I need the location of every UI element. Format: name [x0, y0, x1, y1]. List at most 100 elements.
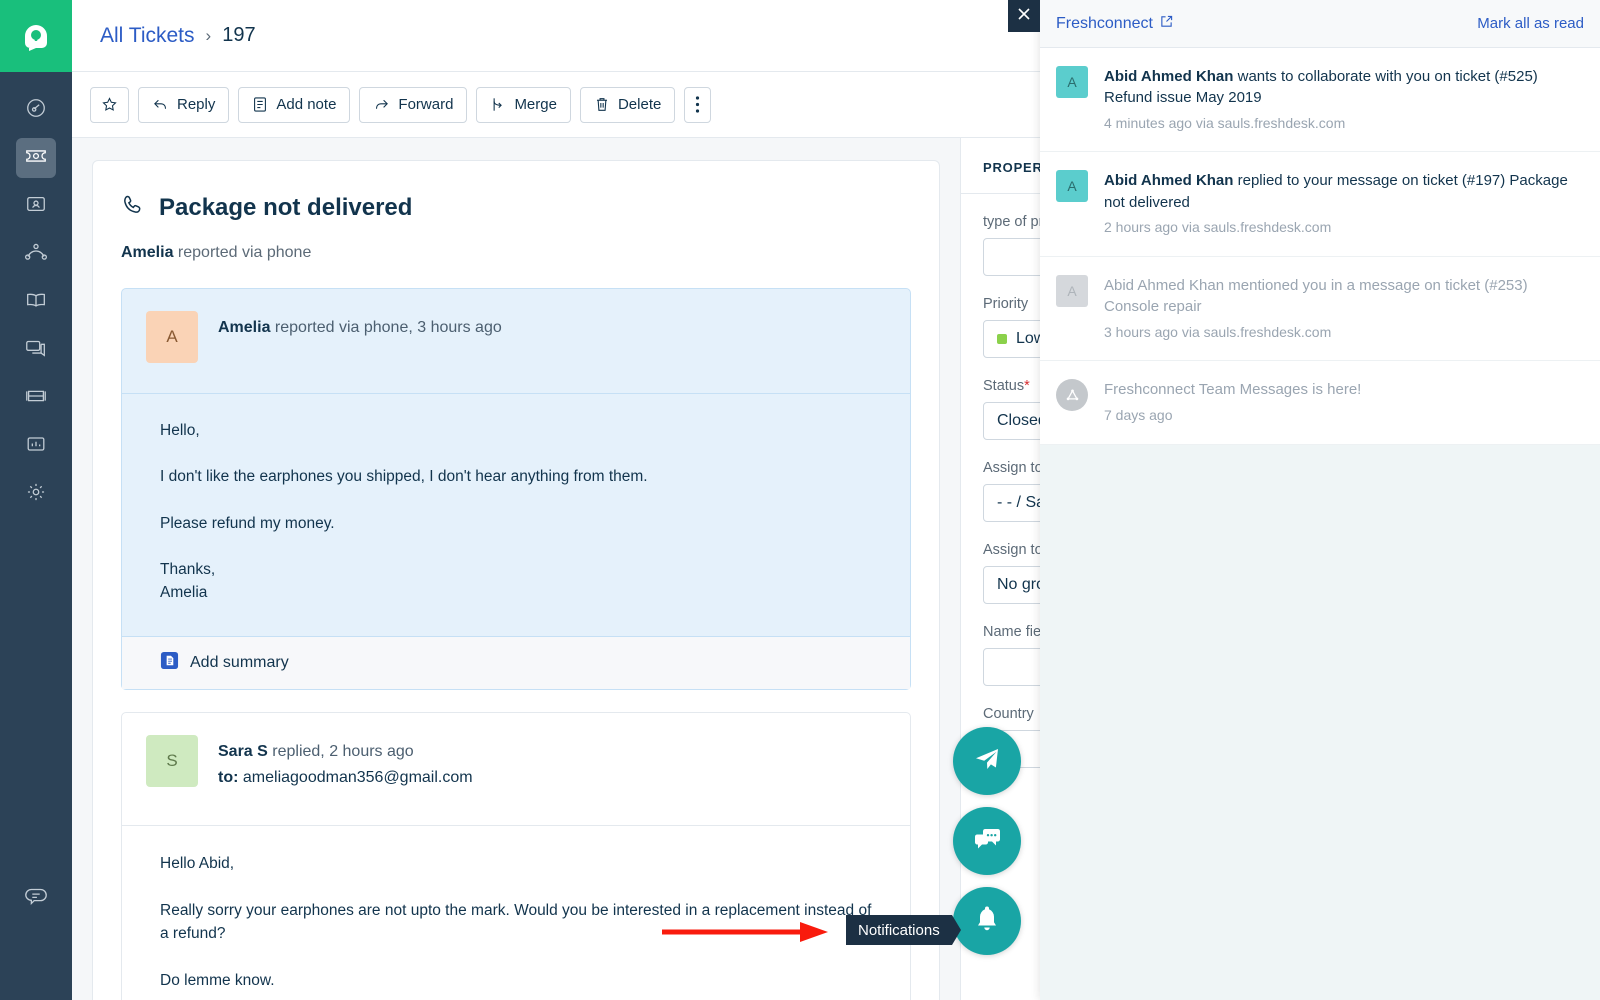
- message-signoff: Thanks, Amelia: [160, 559, 872, 604]
- sidebar-item-social[interactable]: [16, 234, 56, 274]
- app-root: All Tickets › 197 Reply Add note Forward…: [0, 0, 1600, 1000]
- notification-panel-header: Freshconnect Mark all as read: [1040, 0, 1600, 48]
- avatar: S: [146, 735, 198, 788]
- chat-bubbles-icon: [24, 337, 48, 364]
- sidebar-item-tickets[interactable]: [16, 138, 56, 178]
- notification-text: Abid Ahmed Khan mentioned you in a messa…: [1104, 275, 1582, 342]
- notification-list: A Abid Ahmed Khan wants to collaborate w…: [1040, 48, 1600, 445]
- merge-label: Merge: [514, 96, 557, 113]
- freshconnect-link[interactable]: Freshconnect: [1056, 15, 1173, 33]
- document-icon: [160, 651, 179, 675]
- sidebar-item-reports[interactable]: [16, 426, 56, 466]
- app-logo[interactable]: [0, 0, 72, 72]
- notification-item[interactable]: Freshconnect Team Messages is here! 7 da…: [1040, 361, 1600, 445]
- sidebar-item-solutions[interactable]: [16, 282, 56, 322]
- sidebar-item-forums[interactable]: [16, 330, 56, 370]
- delete-label: Delete: [617, 96, 662, 113]
- breadcrumb-all-tickets[interactable]: All Tickets: [100, 24, 195, 48]
- send-fab[interactable]: [953, 727, 1021, 795]
- reply-meta: Sara S replied, 2 hours ago to: ameliago…: [218, 735, 473, 790]
- conversation-original: A Amelia reported via phone, 3 hours ago…: [121, 288, 911, 691]
- conversation-meta: Amelia reported via phone, 3 hours ago: [218, 311, 502, 363]
- external-link-icon: [1160, 15, 1173, 33]
- floating-action-buttons: [953, 727, 1021, 967]
- contact-card-icon: [25, 193, 47, 220]
- mark-all-as-read-button[interactable]: Mark all as read: [1477, 15, 1584, 32]
- book-icon: [24, 289, 48, 316]
- workflow-icon: [24, 385, 48, 412]
- notifications-tooltip: Notifications: [846, 915, 961, 945]
- notification-item[interactable]: A Abid Ahmed Khan mentioned you in a mes…: [1040, 256, 1600, 362]
- reply-author: Sara S: [218, 743, 268, 761]
- sidebar-item-automations[interactable]: [16, 378, 56, 418]
- signoff-line: Thanks,: [160, 561, 216, 579]
- freshconnect-avatar: [1056, 379, 1088, 412]
- annotation-arrow: [662, 922, 828, 942]
- notification-item[interactable]: A Abid Ahmed Khan replied to your messag…: [1040, 152, 1600, 257]
- notifications-fab[interactable]: [953, 887, 1021, 955]
- page-title: Package not delivered: [159, 193, 413, 221]
- sidebar-item-admin[interactable]: [16, 474, 56, 514]
- merge-icon: [490, 96, 506, 113]
- sidebar-item-messages[interactable]: [16, 878, 56, 918]
- notification-actor: Abid Ahmed Khan: [1104, 172, 1234, 190]
- message-line: I don't like the earphones you shipped, …: [160, 468, 648, 486]
- reply-icon: [152, 96, 169, 113]
- delete-button[interactable]: Delete: [579, 86, 676, 123]
- reply-label: Reply: [177, 96, 216, 113]
- close-panel-button[interactable]: [1008, 0, 1040, 32]
- reply-header: S Sara S replied, 2 hours ago to: amelia…: [122, 713, 910, 826]
- reply-button[interactable]: Reply: [138, 86, 230, 123]
- sidebar-item-dashboard[interactable]: [16, 90, 56, 130]
- notification-actor: Freshconnect Team Messages is here!: [1104, 381, 1362, 399]
- breadcrumb-ticket-id: 197: [222, 24, 256, 46]
- ticket-icon: [24, 144, 48, 173]
- note-icon: [252, 96, 268, 113]
- forward-button[interactable]: Forward: [359, 86, 468, 123]
- notification-text: Freshconnect Team Messages is here! 7 da…: [1104, 379, 1361, 425]
- breadcrumb-separator: ›: [205, 25, 212, 45]
- field-label-text: Status: [983, 378, 1025, 394]
- chat-fab[interactable]: [953, 807, 1021, 875]
- reply-line: Hello Abid,: [160, 854, 235, 872]
- close-icon: [1017, 7, 1031, 26]
- add-summary-label: Add summary: [190, 654, 289, 672]
- add-note-label: Add note: [276, 96, 337, 113]
- star-button[interactable]: [90, 86, 129, 123]
- notification-time: 3 hours ago via sauls.freshdesk.com: [1104, 323, 1332, 340]
- reply-to-value: ameliagoodman356@gmail.com: [242, 768, 473, 786]
- conversation-body: Hello, I don't like the earphones you sh…: [122, 394, 910, 636]
- conversation-reply: S Sara S replied, 2 hours ago to: amelia…: [121, 712, 911, 1000]
- message-line: Please refund my money.: [160, 514, 335, 532]
- speedometer-icon: [25, 97, 47, 124]
- ticket-reporter-line: Amelia reported via phone: [121, 244, 911, 288]
- sidebar-item-contacts[interactable]: [16, 186, 56, 226]
- chat-icon: [972, 825, 1002, 858]
- ticket-detail-column: Package not delivered Amelia reported vi…: [72, 138, 960, 1000]
- left-nav-rail: [0, 0, 72, 1000]
- avatar: A: [1056, 274, 1088, 307]
- ticket-subject-row: Package not delivered: [121, 193, 911, 222]
- more-actions-button[interactable]: [684, 86, 712, 123]
- reply-line: Do lemme know.: [160, 972, 275, 990]
- add-summary-button[interactable]: Add summary: [122, 636, 910, 690]
- conversation-timestamp: reported via phone, 3 hours ago: [274, 319, 502, 336]
- avatar-initial: A: [1067, 282, 1077, 299]
- notification-time: 2 hours ago via sauls.freshdesk.com: [1104, 219, 1332, 236]
- gear-icon: [25, 481, 47, 508]
- avatar: A: [146, 311, 198, 363]
- conversation-author: Amelia: [218, 319, 271, 336]
- add-note-button[interactable]: Add note: [238, 86, 351, 123]
- avatar: A: [1056, 170, 1088, 203]
- avatar-initial: A: [1067, 178, 1077, 195]
- signoff-name: Amelia: [160, 583, 208, 601]
- merge-button[interactable]: Merge: [476, 86, 571, 123]
- rail-bottom-area: [0, 878, 72, 918]
- forward-label: Forward: [398, 96, 454, 113]
- reporter-via: reported via phone: [177, 244, 312, 261]
- notification-time: 4 minutes ago via sauls.freshdesk.com: [1104, 114, 1346, 131]
- paper-plane-icon: [972, 744, 1002, 779]
- conversation-header: A Amelia reported via phone, 3 hours ago: [122, 289, 910, 394]
- notification-item[interactable]: A Abid Ahmed Khan wants to collaborate w…: [1040, 48, 1600, 153]
- avatar-initial: A: [1067, 74, 1077, 90]
